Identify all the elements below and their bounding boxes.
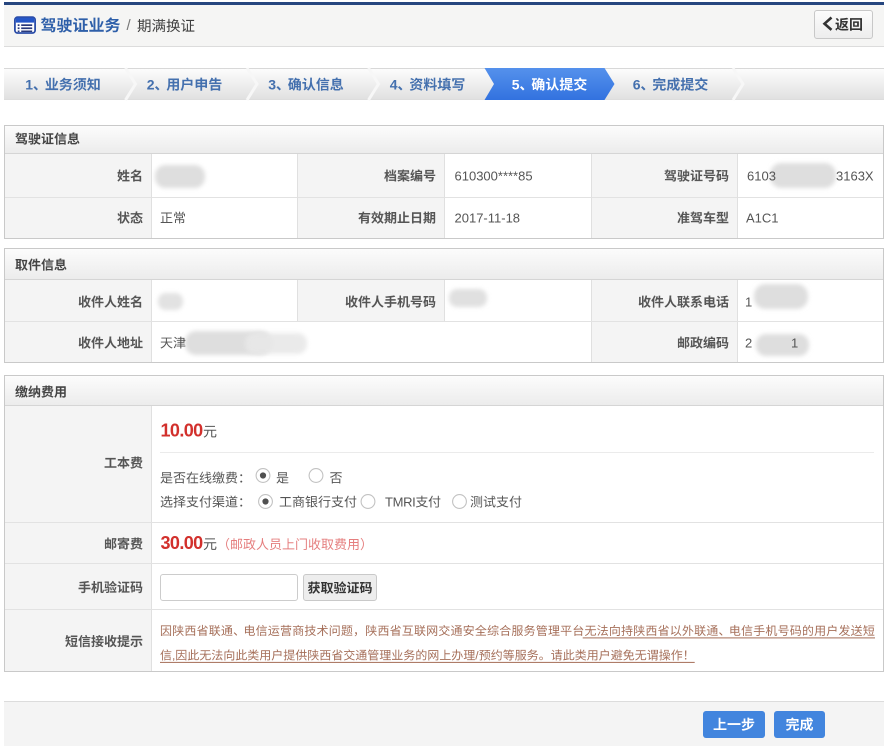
svg-text:/: / xyxy=(475,649,479,663)
svg-text:2: 2 xyxy=(745,336,752,351)
svg-text:1: 1 xyxy=(791,336,798,351)
svg-text:,: , xyxy=(172,649,175,663)
svg-text:/: / xyxy=(127,17,132,34)
svg-text:1: 1 xyxy=(745,295,752,310)
svg-text:6103: 6103 xyxy=(747,169,776,184)
svg-text:10.00: 10.00 xyxy=(161,421,204,441)
svg-text:3: 3 xyxy=(268,77,276,93)
svg-text:A1C1: A1C1 xyxy=(746,211,779,226)
svg-text:610300****85: 610300****85 xyxy=(455,169,533,184)
svg-text:2017-11-18: 2017-11-18 xyxy=(455,211,521,226)
svg-text:4: 4 xyxy=(390,77,398,93)
svg-text:5: 5 xyxy=(512,77,520,93)
svg-text:30.00: 30.00 xyxy=(161,533,204,553)
svg-text:2: 2 xyxy=(147,77,155,93)
svg-text:3163X: 3163X xyxy=(836,169,874,184)
svg-text:TMRI: TMRI xyxy=(385,495,415,510)
svg-text:6: 6 xyxy=(633,77,641,93)
svg-text:1: 1 xyxy=(25,77,33,93)
